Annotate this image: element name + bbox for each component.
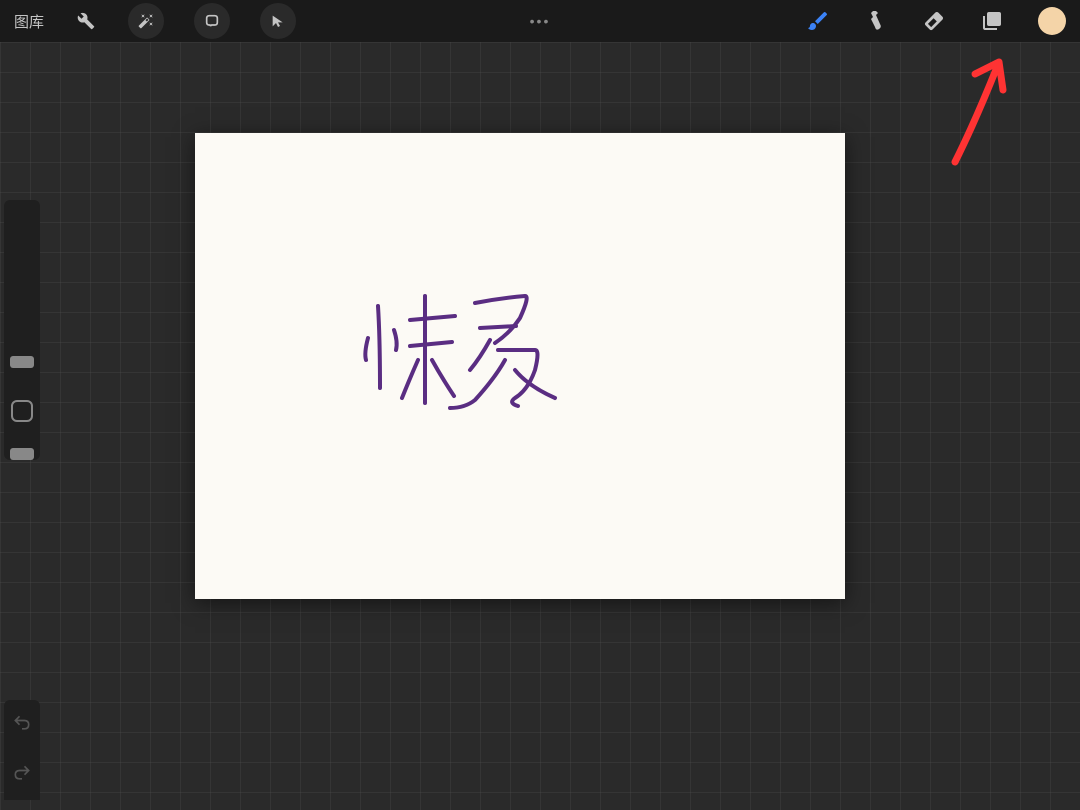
top-toolbar: 图库 ••• <box>0 0 1080 42</box>
color-swatch[interactable] <box>1038 7 1066 35</box>
layers-icon[interactable] <box>980 9 1004 33</box>
selection-icon[interactable] <box>194 3 230 39</box>
undo-icon[interactable] <box>12 713 32 738</box>
gallery-button[interactable]: 图库 <box>14 11 44 32</box>
brush-controls-panel <box>4 200 40 460</box>
undo-redo-panel <box>4 700 40 800</box>
brush-size-slider[interactable] <box>10 356 34 368</box>
cursor-icon[interactable] <box>260 3 296 39</box>
left-sidebar <box>4 200 40 460</box>
canvas[interactable] <box>195 133 845 599</box>
redo-icon[interactable] <box>12 763 32 788</box>
toolbar-right-group <box>806 7 1066 35</box>
opacity-slider[interactable] <box>10 448 34 460</box>
wrench-icon[interactable] <box>74 9 98 33</box>
smudge-icon[interactable] <box>864 9 888 33</box>
eraser-icon[interactable] <box>922 9 946 33</box>
more-menu-icon[interactable]: ••• <box>530 13 551 29</box>
modifier-button[interactable] <box>11 400 33 422</box>
toolbar-left-group: 图库 <box>14 3 296 39</box>
brush-icon[interactable] <box>806 9 830 33</box>
handwritten-content <box>360 278 590 438</box>
wand-icon[interactable] <box>128 3 164 39</box>
